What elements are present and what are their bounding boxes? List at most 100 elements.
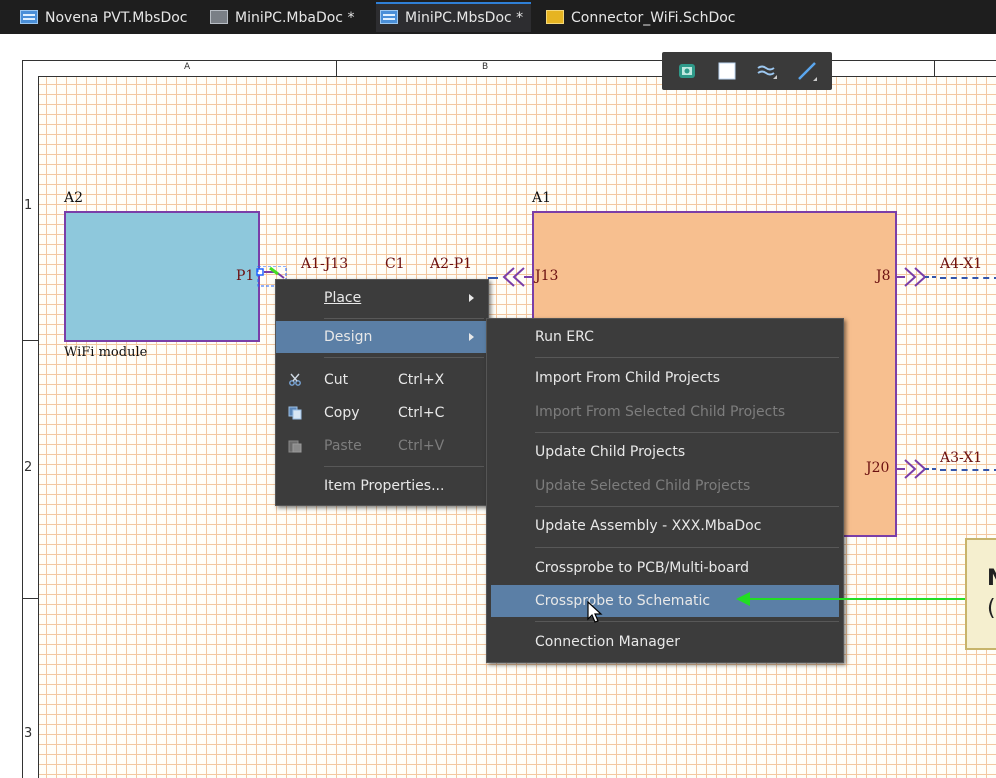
tab-label: Connector_WiFi.SchDoc [571,10,736,26]
zone-divider [934,60,935,76]
menu-item-label: Item Properties... [324,478,445,494]
menu-item-label: Update Selected Child Projects [535,478,751,494]
top-zone-ruler: A B [38,60,996,77]
menu-item-cut[interactable]: Cut Ctrl+X [276,364,488,396]
menu-item-shortcut: Ctrl+V [398,438,445,454]
schematic-icon [546,10,564,24]
menu-item-crossprobe-schematic[interactable]: Crossprobe to Schematic [491,585,839,617]
tab-label: Novena PVT.MbsDoc [45,10,188,26]
wire-segment[interactable] [940,469,996,471]
wire-segment[interactable] [940,277,996,279]
menu-item-label: Cut [324,372,349,388]
place-sheet-symbol-icon[interactable] [716,60,738,82]
menu-separator [535,621,839,622]
menu-separator [535,432,839,433]
note-text-line2: ( [987,596,996,621]
multiboard-assembly-icon [210,10,228,24]
paste-icon [288,440,302,453]
block-a2-designator: A2 [64,190,84,206]
multiboard-schematic-icon [380,10,398,24]
zone-divider [336,60,337,76]
port-j8-entry[interactable] [895,266,939,288]
submenu-arrow-icon [469,333,474,341]
menu-separator [324,318,484,319]
net-label-a4-x1: A4-X1 [940,256,983,272]
tab-minipc-mbsdoc[interactable]: MiniPC.MbsDoc * [376,2,532,32]
menu-item-update-assembly[interactable]: Update Assembly - XXX.MbaDoc [487,510,843,542]
menu-item-place[interactable]: Place [276,282,488,314]
port-j20-entry[interactable] [895,458,939,480]
menu-item-label: Update Assembly - XXX.MbaDoc [535,518,762,534]
menu-item-label: Design [324,329,373,345]
port-j13-label: J13 [535,268,559,284]
menu-item-run-erc[interactable]: Run ERC [487,321,843,353]
menu-separator [535,506,839,507]
port-p1-label: P1 [236,268,255,284]
tab-connector-wifi[interactable]: Connector_WiFi.SchDoc [546,4,736,32]
menu-item-label: Update Child Projects [535,444,686,460]
menu-item-import-selected-child-projects[interactable]: Import From Selected Child Projects [487,396,843,428]
zone-label-2: 2 [24,460,33,475]
place-wire-icon[interactable] [796,60,818,82]
place-device-sheet-icon[interactable] [676,60,698,82]
annotation-arrow [736,592,966,606]
zone-label-b: B [482,62,489,72]
menu-item-copy[interactable]: Copy Ctrl+C [276,397,488,429]
menu-item-label: Crossprobe to PCB/Multi-board [535,560,749,576]
zone-label-3: 3 [24,726,33,741]
mouse-cursor-icon [587,601,603,623]
left-zone-ruler: 1 2 3 [22,76,39,778]
menu-item-label: Import From Child Projects [535,370,721,386]
copy-icon [288,406,302,420]
design-submenu: Run ERC Import From Child Projects Impor… [486,318,844,663]
menu-item-label: Run ERC [535,329,594,345]
sheet-symbol-wifi-module[interactable] [64,211,260,342]
menu-item-label: Paste [324,438,362,454]
scissors-icon [289,373,301,386]
menu-item-item-properties[interactable]: Item Properties... [276,470,488,502]
port-j13-entry[interactable] [496,266,536,288]
menu-separator [324,357,484,358]
context-menu: Place Design Cut Ctrl+X Copy Ctrl+C Past… [275,279,489,506]
port-j8-label: J8 [876,268,891,284]
net-label-a3-x1: A3-X1 [940,450,983,466]
wire-label-c1: C1 [385,256,405,272]
menu-item-label: Crossprobe to Schematic [535,593,711,609]
zone-label-1: 1 [24,198,33,213]
menu-item-label: Import From Selected Child Projects [535,404,786,420]
menu-separator [535,357,839,358]
menu-item-crossprobe-pcb[interactable]: Crossprobe to PCB/Multi-board [487,552,843,584]
menu-item-design[interactable]: Design [276,321,488,353]
tab-novena-pvt[interactable]: Novena PVT.MbsDoc [20,4,188,32]
menu-item-label: Place [324,290,362,306]
block-a1-designator: A1 [532,190,552,206]
menu-item-shortcut: Ctrl+X [398,372,445,388]
menu-item-paste[interactable]: Paste Ctrl+V [276,430,488,462]
zone-divider [22,598,38,599]
menu-separator [535,547,839,548]
menu-separator [324,466,484,467]
zone-divider [22,340,38,341]
multiboard-schematic-icon [20,10,38,24]
wire-label-a1-j13: A1-J13 [301,256,349,272]
submenu-arrow-icon [469,294,474,302]
note-text-line1: N [987,566,996,591]
menu-item-shortcut: Ctrl+C [398,405,445,421]
zone-label-a: A [184,62,191,72]
tab-label: MiniPC.MbsDoc * [405,10,524,26]
menu-item-import-child-projects[interactable]: Import From Child Projects [487,362,843,394]
wire-label-a2-p1: A2-P1 [430,256,473,272]
note-callout: N ( [965,538,996,650]
menu-item-label: Connection Manager [535,634,681,650]
tab-minipc-mbadoc[interactable]: MiniPC.MbaDoc * [210,4,354,32]
tab-label: MiniPC.MbaDoc * [235,10,355,26]
menu-item-connection-manager[interactable]: Connection Manager [487,626,843,658]
menu-item-update-child-projects[interactable]: Update Child Projects [487,436,843,468]
document-tab-bar: Novena PVT.MbsDoc MiniPC.MbaDoc * MiniPC… [0,0,996,34]
active-bar-toolbar [662,52,832,90]
menu-item-label: Copy [324,405,360,421]
block-a2-name: WiFi module [64,345,148,360]
menu-item-update-selected-child-projects[interactable]: Update Selected Child Projects [487,470,843,502]
port-j20-label: J20 [866,460,890,476]
place-harness-icon[interactable] [756,60,778,82]
